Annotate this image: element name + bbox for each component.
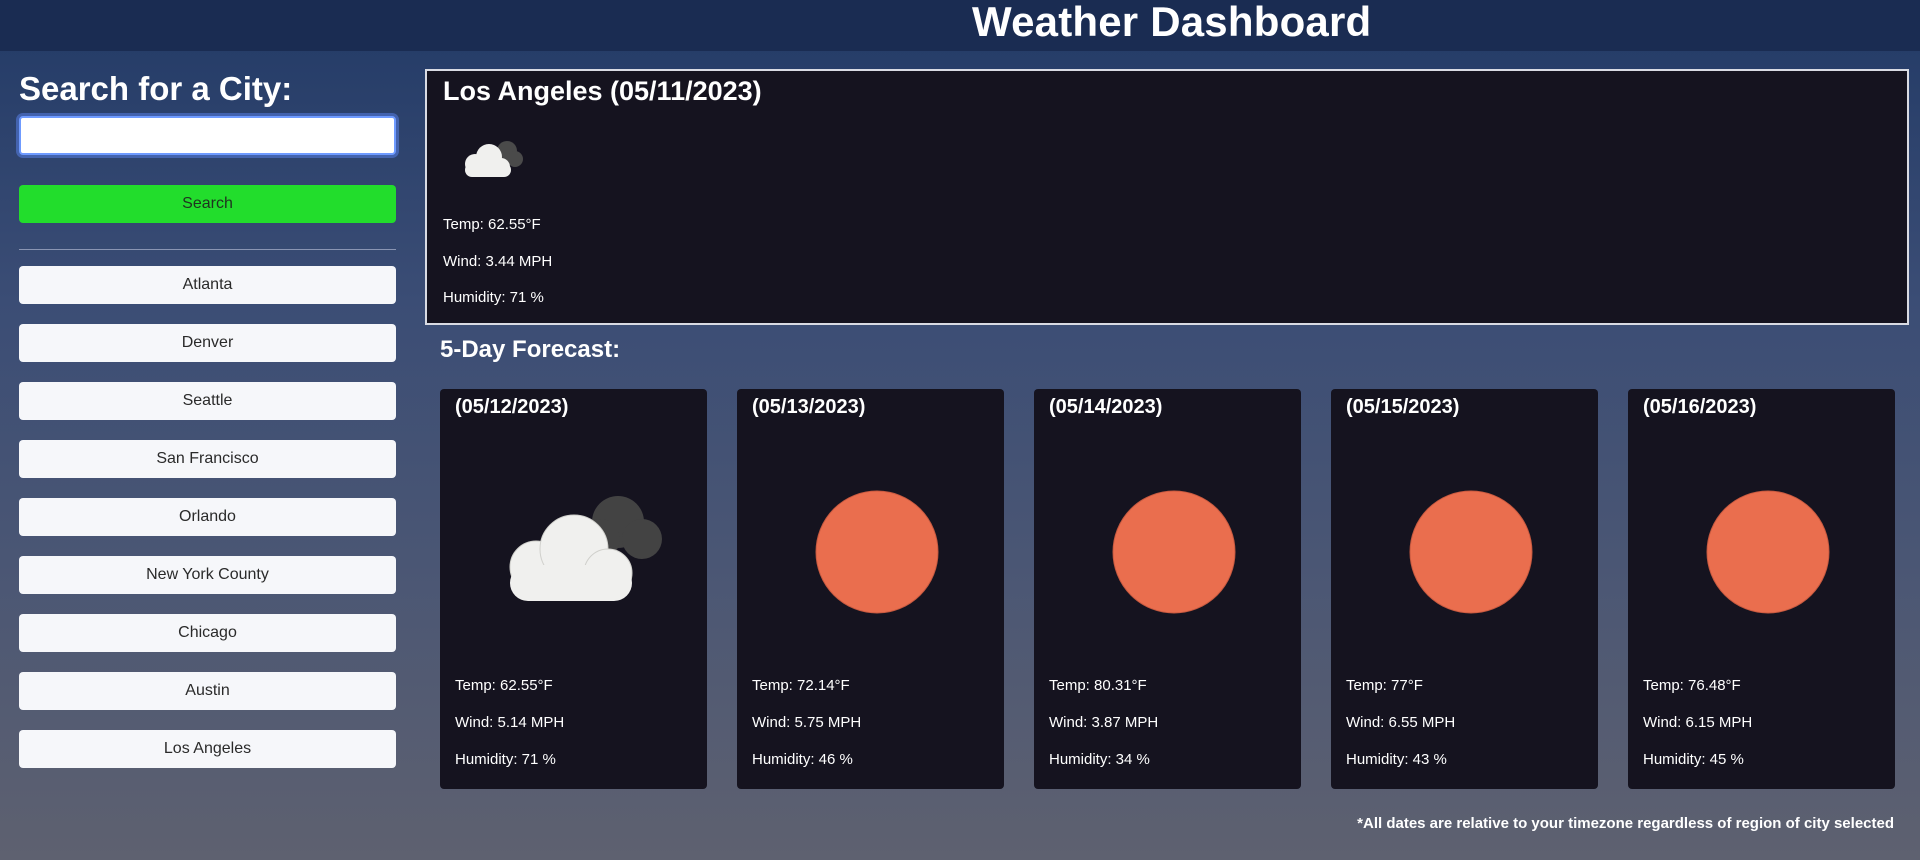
forecast-date: (05/14/2023): [1049, 396, 1163, 418]
current-weather-panel: Los Angeles (05/11/2023) Temp: 62.55°F W…: [425, 69, 1909, 325]
forecast-wind: Wind: 6.15 MPH: [1643, 714, 1753, 731]
sidebar: Search for a City: Search Atlanta Denver…: [19, 70, 396, 788]
city-button-los-angeles[interactable]: Los Angeles: [19, 730, 396, 768]
sun-icon: [1381, 477, 1561, 617]
city-button-atlanta[interactable]: Atlanta: [19, 266, 396, 304]
cloudy-icon: [490, 477, 670, 617]
city-button-orlando[interactable]: Orlando: [19, 498, 396, 536]
forecast-temp: Temp: 72.14°F: [752, 677, 850, 694]
forecast-date: (05/15/2023): [1346, 396, 1460, 418]
current-temp: Temp: 62.55°F: [443, 216, 541, 233]
forecast-humidity: Humidity: 45 %: [1643, 751, 1744, 768]
forecast-wind: Wind: 6.55 MPH: [1346, 714, 1456, 731]
forecast-humidity: Humidity: 46 %: [752, 751, 853, 768]
forecast-card: (05/16/2023) Temp: 76.48°F Wind: 6.15 MP…: [1628, 389, 1895, 789]
search-heading: Search for a City:: [19, 70, 293, 107]
forecast-wind: Wind: 5.75 MPH: [752, 714, 862, 731]
forecast-humidity: Humidity: 43 %: [1346, 751, 1447, 768]
city-search-input[interactable]: [19, 116, 396, 155]
city-button-new-york-county[interactable]: New York County: [19, 556, 396, 594]
divider: [19, 249, 396, 250]
city-button-seattle[interactable]: Seattle: [19, 382, 396, 420]
current-city-title: Los Angeles (05/11/2023): [443, 76, 762, 106]
city-button-austin[interactable]: Austin: [19, 672, 396, 710]
forecast-temp: Temp: 62.55°F: [455, 677, 553, 694]
forecast-wind: Wind: 3.87 MPH: [1049, 714, 1159, 731]
forecast-date: (05/13/2023): [752, 396, 866, 418]
forecast-humidity: Humidity: 34 %: [1049, 751, 1150, 768]
forecast-temp: Temp: 77°F: [1346, 677, 1423, 694]
forecast-date: (05/16/2023): [1643, 396, 1757, 418]
forecast-humidity: Humidity: 71 %: [455, 751, 556, 768]
sun-icon: [1084, 477, 1264, 617]
cloudy-icon: [449, 117, 531, 197]
forecast-card: (05/12/2023) Temp: 62.55°F Wind: 5.14 MP…: [440, 389, 707, 789]
city-button-chicago[interactable]: Chicago: [19, 614, 396, 652]
sun-icon: [1678, 477, 1858, 617]
header-bar: Weather Dashboard: [0, 0, 1920, 51]
forecast-temp: Temp: 80.31°F: [1049, 677, 1147, 694]
current-wind: Wind: 3.44 MPH: [443, 253, 553, 270]
forecast-card: (05/14/2023) Temp: 80.31°F Wind: 3.87 MP…: [1034, 389, 1301, 789]
city-button-san-francisco[interactable]: San Francisco: [19, 440, 396, 478]
search-button[interactable]: Search: [19, 185, 396, 223]
current-humidity: Humidity: 71 %: [443, 289, 544, 306]
forecast-temp: Temp: 76.48°F: [1643, 677, 1741, 694]
forecast-card: (05/13/2023) Temp: 72.14°F Wind: 5.75 MP…: [737, 389, 1004, 789]
sun-icon: [787, 477, 967, 617]
timezone-footnote: *All dates are relative to your timezone…: [1357, 815, 1894, 832]
forecast-card: (05/15/2023) Temp: 77°F Wind: 6.55 MPH H…: [1331, 389, 1598, 789]
city-button-denver[interactable]: Denver: [19, 324, 396, 362]
page-title: Weather Dashboard: [972, 0, 1372, 45]
forecast-date: (05/12/2023): [455, 396, 569, 418]
forecast-wind: Wind: 5.14 MPH: [455, 714, 565, 731]
forecast-heading: 5-Day Forecast:: [440, 336, 621, 363]
